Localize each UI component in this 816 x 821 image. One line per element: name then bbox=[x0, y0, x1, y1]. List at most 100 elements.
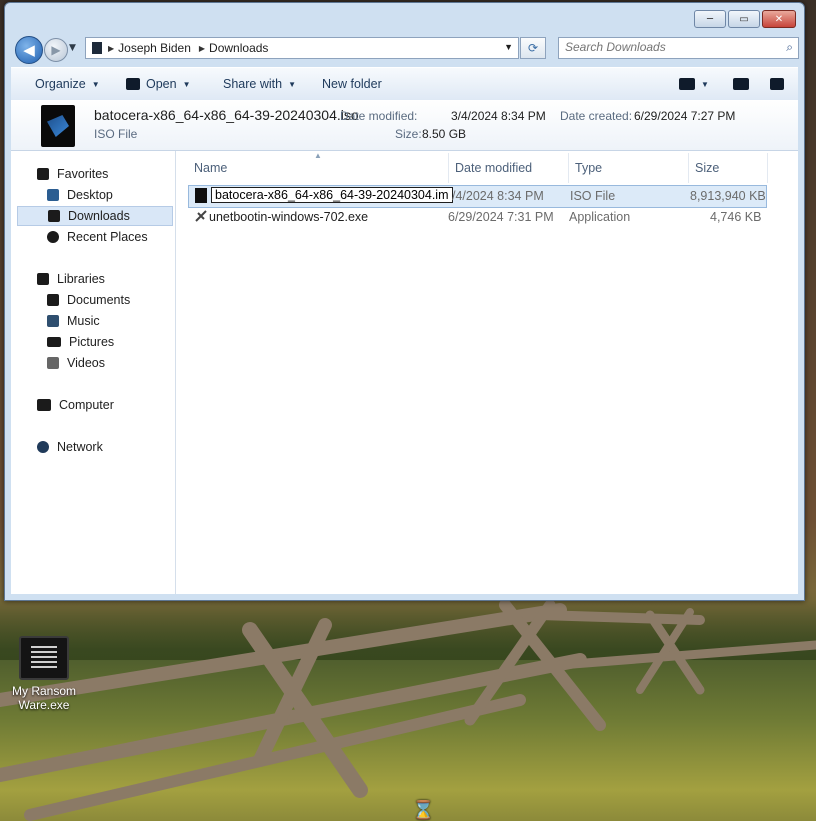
sidebar-item-label: Videos bbox=[67, 356, 105, 370]
forward-button[interactable]: ▶ bbox=[44, 38, 68, 62]
sidebar-item-desktop[interactable]: Desktop bbox=[47, 185, 113, 205]
busy-cursor-icon: ⌛ bbox=[412, 800, 435, 821]
network-icon bbox=[37, 441, 49, 453]
chevron-down-icon: ▼ bbox=[288, 79, 296, 89]
column-divider[interactable] bbox=[688, 153, 689, 183]
address-bar[interactable]: ▶ Joseph Biden ▶ Downloads ▼ bbox=[85, 37, 519, 59]
refresh-button[interactable]: ⟳ bbox=[520, 37, 546, 59]
organize-button[interactable]: Organize ▼ bbox=[35, 68, 100, 100]
details-size-label: Size: bbox=[395, 127, 422, 141]
row-size: 4,746 KB bbox=[710, 210, 762, 224]
recent-pages-dropdown[interactable]: ▼ bbox=[69, 43, 76, 53]
table-row[interactable]: unetbootin-windows-702.exe 6/29/2024 7:3… bbox=[188, 207, 765, 228]
navigation-pane: Favorites Desktop Downloads Recent Place… bbox=[11, 151, 176, 594]
column-divider[interactable] bbox=[448, 153, 449, 183]
breadcrumb-downloads[interactable]: Downloads bbox=[205, 41, 276, 55]
executable-icon bbox=[19, 636, 69, 680]
open-button[interactable]: Open ▼ bbox=[126, 68, 191, 100]
details-date-created-label: Date created: bbox=[560, 109, 633, 123]
close-button[interactable]: ✕ bbox=[762, 10, 796, 28]
rename-input[interactable] bbox=[211, 187, 453, 203]
table-row[interactable]: /4/2024 8:34 PM ISO File 8,913,940 KB bbox=[188, 185, 767, 208]
recent-places-icon bbox=[47, 231, 59, 243]
music-icon bbox=[47, 315, 59, 327]
pictures-icon bbox=[47, 337, 61, 347]
title-bar[interactable]: ─ ▭ ✕ bbox=[5, 3, 804, 33]
sidebar-item-downloads[interactable]: Downloads bbox=[17, 206, 173, 226]
desktop-icon bbox=[47, 189, 59, 201]
sidebar-network[interactable]: Network bbox=[37, 437, 103, 457]
desktop-icon-label-line1: My Ransom bbox=[11, 684, 76, 698]
navigation-bar: ◀ ▶ ▼ ▶ Joseph Biden ▶ Downloads ▼ ⟳ ⌕ bbox=[13, 35, 799, 64]
sidebar-item-documents[interactable]: Documents bbox=[47, 290, 130, 310]
sidebar-computer[interactable]: Computer bbox=[37, 395, 114, 415]
preview-pane-icon bbox=[733, 78, 749, 90]
column-header-type[interactable]: Type bbox=[575, 161, 602, 175]
disc-image-icon bbox=[195, 188, 207, 203]
desktop-icon-ransomware[interactable]: My Ransom Ware.exe bbox=[8, 636, 80, 712]
open-icon bbox=[126, 78, 140, 90]
column-divider[interactable] bbox=[568, 153, 569, 183]
computer-icon bbox=[37, 399, 51, 411]
details-date-modified: 3/4/2024 8:34 PM bbox=[451, 109, 546, 123]
sidebar-item-videos[interactable]: Videos bbox=[47, 353, 105, 373]
details-size: 8.50 GB bbox=[422, 127, 467, 141]
sidebar-item-label: Desktop bbox=[67, 188, 113, 202]
desktop-icon-label-line2: Ware.exe bbox=[18, 698, 70, 712]
row-type: Application bbox=[569, 210, 631, 224]
minimize-button[interactable]: ─ bbox=[694, 10, 726, 28]
sidebar-item-label: Recent Places bbox=[67, 230, 148, 244]
folder-icon bbox=[92, 42, 102, 54]
sidebar-favorites[interactable]: Favorites bbox=[37, 164, 108, 184]
preview-pane-button[interactable] bbox=[733, 68, 749, 100]
details-date-modified-label: Date modified: bbox=[340, 109, 418, 123]
column-divider[interactable] bbox=[767, 153, 768, 183]
sidebar-item-music[interactable]: Music bbox=[47, 311, 100, 331]
column-header-name[interactable]: Name bbox=[194, 161, 227, 175]
downloads-folder-icon bbox=[48, 210, 60, 222]
chevron-down-icon: ▼ bbox=[701, 79, 709, 89]
row-type: ISO File bbox=[570, 189, 616, 203]
command-bar: Organize ▼ Open ▼ Share with ▼ New folde… bbox=[11, 67, 798, 101]
sidebar-group-label: Computer bbox=[59, 398, 114, 412]
column-header-date-modified[interactable]: Date modified bbox=[455, 161, 532, 175]
sidebar-item-pictures[interactable]: Pictures bbox=[47, 332, 114, 352]
back-button[interactable]: ◀ bbox=[15, 36, 43, 64]
open-label: Open bbox=[146, 77, 177, 91]
address-dropdown-icon[interactable]: ▼ bbox=[504, 42, 513, 52]
share-with-button[interactable]: Share with ▼ bbox=[223, 68, 296, 100]
libraries-icon bbox=[37, 273, 49, 285]
sidebar-item-recent-places[interactable]: Recent Places bbox=[47, 227, 148, 247]
sidebar-item-label: Music bbox=[67, 314, 100, 328]
star-icon bbox=[37, 168, 49, 180]
row-date-modified: 6/29/2024 7:31 PM bbox=[448, 210, 554, 224]
documents-icon bbox=[47, 294, 59, 306]
videos-icon bbox=[47, 357, 59, 369]
iso-file-icon bbox=[41, 105, 75, 147]
details-date-created: 6/29/2024 7:27 PM bbox=[634, 109, 736, 123]
change-view-button[interactable]: ▼ bbox=[679, 68, 709, 100]
help-icon bbox=[770, 78, 784, 90]
sidebar-group-label: Favorites bbox=[57, 167, 109, 181]
new-folder-label: New folder bbox=[322, 77, 382, 91]
sidebar-libraries[interactable]: Libraries bbox=[37, 269, 105, 289]
sidebar-item-label: Documents bbox=[67, 293, 131, 307]
breadcrumb-joseph-biden[interactable]: Joseph Biden bbox=[114, 41, 199, 55]
row-name: unetbootin-windows-702.exe bbox=[209, 210, 369, 224]
view-icon bbox=[679, 78, 695, 90]
new-folder-button[interactable]: New folder bbox=[322, 68, 382, 100]
column-header-size[interactable]: Size bbox=[695, 161, 719, 175]
search-box[interactable]: ⌕ bbox=[558, 37, 799, 59]
installer-icon bbox=[194, 209, 207, 224]
details-file-type: ISO File bbox=[94, 127, 138, 141]
details-pane: batocera-x86_64-x86_64-39-20240304.iso I… bbox=[11, 100, 798, 151]
chevron-down-icon: ▼ bbox=[91, 79, 100, 89]
sort-ascending-icon: ▲ bbox=[314, 151, 322, 160]
maximize-button[interactable]: ▭ bbox=[728, 10, 760, 28]
sidebar-item-label: Pictures bbox=[69, 335, 115, 349]
search-icon[interactable]: ⌕ bbox=[786, 40, 793, 55]
row-size: 8,913,940 KB bbox=[690, 189, 766, 203]
explorer-window: ─ ▭ ✕ ◀ ▶ ▼ ▶ Joseph Biden ▶ Downloads ▼… bbox=[4, 2, 805, 601]
help-button[interactable] bbox=[770, 68, 784, 100]
search-input[interactable] bbox=[559, 38, 776, 56]
